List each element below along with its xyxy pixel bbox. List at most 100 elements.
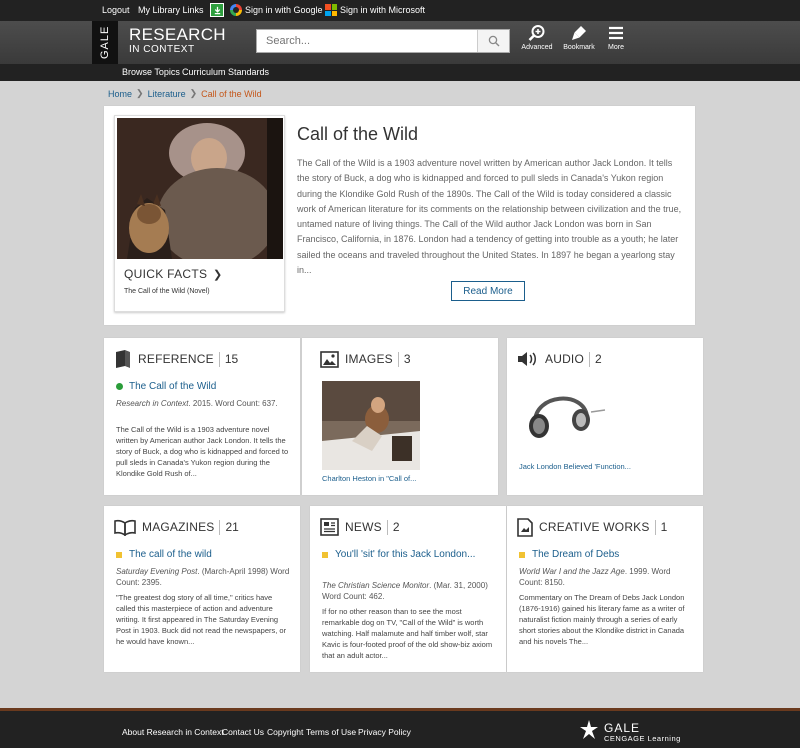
read-more-button[interactable]: Read More (451, 281, 525, 301)
reference-meta-rest: . 2015. Word Count: 637. (188, 399, 278, 408)
microsoft-icon (325, 4, 337, 16)
magazines-item-link[interactable]: The call of the wild (116, 548, 212, 562)
privacy-policy-link[interactable]: Privacy Policy (358, 727, 411, 737)
chevron-right-icon: ❯ (212, 269, 223, 281)
sub-navigation: Browse Topics Curriculum Standards (0, 64, 800, 81)
headphones-icon (529, 396, 606, 438)
terms-of-use-link[interactable]: Terms of Use (306, 727, 356, 737)
images-title: IMAGES (345, 352, 393, 366)
top-utility-bar: Logout My Library Links Sign in with Goo… (0, 0, 800, 21)
creative-works-meta: World War I and the Jazz Age. 1999. Word… (519, 566, 694, 588)
creative-works-card: CREATIVE WORKS 1 The Dream of Debs World… (507, 506, 703, 672)
green-bullet-icon (116, 383, 123, 390)
news-snippet: If for no other reason than to see the m… (322, 607, 493, 660)
creative-works-source: World War I and the Jazz Age (519, 567, 625, 576)
audio-title: AUDIO (545, 352, 585, 366)
gale-cengage-logo[interactable]: GALE CENGAGE Learning (578, 719, 680, 746)
news-source: The Christian Science Monitor (322, 581, 430, 590)
magazines-card: MAGAZINES 21 The call of the wild Saturd… (104, 506, 300, 672)
advanced-search-icon (528, 25, 545, 41)
topic-overview-card: QUICK FACTS ❯ The Call of the Wild (Nove… (104, 106, 695, 325)
breadcrumb-current: Call of the Wild (201, 88, 262, 99)
reference-header[interactable]: REFERENCE 15 (114, 349, 238, 369)
breadcrumb: Home ❯ Literature ❯ Call of the Wild (108, 88, 262, 99)
search-input[interactable] (257, 30, 478, 52)
magazines-count: 21 (225, 520, 239, 534)
reference-count: 15 (224, 352, 239, 366)
gale-logo-tab[interactable]: GALE (92, 21, 118, 64)
breadcrumb-literature[interactable]: Literature (148, 89, 186, 99)
news-count: 2 (392, 520, 400, 534)
more-label: More (608, 44, 624, 51)
audio-caption-link[interactable]: Jack London Believed 'Function... (519, 462, 631, 471)
news-title: NEWS (345, 520, 382, 534)
google-icon (230, 4, 242, 16)
images-header[interactable]: IMAGES 3 (320, 349, 411, 369)
magazines-header[interactable]: MAGAZINES 21 (114, 517, 239, 537)
divider (218, 351, 220, 367)
magazines-title: MAGAZINES (142, 520, 215, 534)
audio-card: AUDIO 2 Jack London Believed 'Function..… (507, 338, 703, 495)
topic-title: Call of the Wild (297, 124, 419, 144)
reference-meta: Research in Context. 2015. Word Count: 6… (116, 398, 291, 409)
contact-us-link[interactable]: Contact Us (222, 727, 264, 737)
images-caption-link[interactable]: Charlton Heston in "Call of... (322, 474, 416, 483)
creative-works-header[interactable]: CREATIVE WORKS 1 (517, 517, 667, 537)
browse-topics-link[interactable]: Browse Topics (122, 67, 180, 77)
creative-works-count: 1 (660, 520, 668, 534)
breadcrumb-home[interactable]: Home (108, 89, 132, 99)
logout-link[interactable]: Logout (102, 5, 130, 15)
my-library-links-link[interactable]: My Library Links (138, 5, 204, 15)
audio-header[interactable]: AUDIO 2 (517, 349, 602, 369)
bookmark-icon (572, 26, 586, 40)
chevron-right-icon: ❯ (136, 88, 144, 98)
logo-cengage-text: CENGAGE Learning (604, 734, 681, 743)
divider (219, 519, 221, 535)
copyright-link[interactable]: Copyright (267, 727, 303, 737)
news-item-title: You'll 'sit' for this Jack London... (335, 549, 476, 560)
image-icon (320, 350, 339, 368)
reference-item-title: The Call of the Wild (129, 381, 217, 392)
book-icon (116, 350, 130, 368)
reference-card: REFERENCE 15 The Call of the Wild Resear… (104, 338, 300, 495)
reference-item-link[interactable]: The Call of the Wild (116, 380, 216, 394)
creative-works-item-link[interactable]: The Dream of Debs (519, 548, 619, 562)
brand-subtitle: IN CONTEXT (129, 44, 195, 55)
bookmark-button[interactable]: Bookmark (559, 24, 599, 51)
audio-thumbnail[interactable] (521, 382, 611, 452)
about-link[interactable]: About Research in Context (122, 727, 224, 737)
magazines-item-title: The call of the wild (129, 549, 212, 560)
divider (386, 519, 388, 535)
brand-title[interactable]: RESEARCH (129, 25, 226, 45)
more-menu-button[interactable]: More (596, 24, 636, 51)
news-item-link[interactable]: You'll 'sit' for this Jack London... (322, 548, 482, 562)
newspaper-icon (320, 518, 339, 536)
advanced-search-button[interactable]: Advanced (517, 24, 557, 51)
magazines-source: Saturday Evening Post (116, 567, 198, 576)
images-thumbnail[interactable] (322, 381, 420, 470)
search-button[interactable] (477, 30, 509, 52)
quick-facts-subtitle: The Call of the Wild (Novel) (124, 288, 210, 295)
quick-facts-heading[interactable]: QUICK FACTS ❯ (124, 267, 222, 281)
curriculum-standards-link[interactable]: Curriculum Standards (182, 67, 269, 77)
download-icon[interactable] (210, 3, 224, 17)
footer: About Research in Context Contact Us Cop… (0, 708, 800, 748)
microsoft-signin-link[interactable]: Sign in with Microsoft (340, 5, 425, 15)
speaker-icon (518, 352, 536, 366)
yellow-bullet-icon (116, 552, 122, 558)
logo-gale-text: GALE (604, 721, 641, 735)
advanced-label: Advanced (521, 44, 553, 51)
hamburger-menu-icon (609, 26, 623, 40)
reference-snippet: The Call of the Wild is a 1903 adventure… (116, 425, 289, 478)
news-header[interactable]: NEWS 2 (320, 517, 400, 537)
reference-title: REFERENCE (138, 352, 214, 366)
images-card: IMAGES 3 Charlton Heston in "Call of... (302, 338, 498, 495)
yellow-bullet-icon (519, 552, 525, 558)
divider (654, 519, 656, 535)
google-signin-link[interactable]: Sign in with Google (245, 5, 323, 15)
magazines-meta: Saturday Evening Post. (March-April 1998… (116, 566, 291, 588)
quick-facts-panel[interactable]: QUICK FACTS ❯ The Call of the Wild (Nove… (114, 115, 285, 312)
images-count: 3 (403, 352, 411, 366)
document-icon (517, 517, 533, 537)
chevron-right-icon: ❯ (189, 88, 198, 98)
